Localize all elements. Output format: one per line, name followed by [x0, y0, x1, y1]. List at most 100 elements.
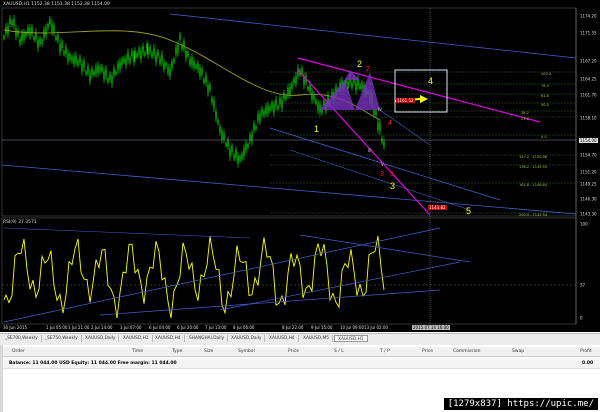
- price-candle-body: [227, 139, 229, 147]
- rsi-label: RSI(9) 37.3571: [3, 220, 37, 225]
- wave-label-yellow: 1: [314, 124, 320, 134]
- price-candle-body: [17, 30, 19, 36]
- price-candle-body: [235, 149, 237, 158]
- price-candle-body: [77, 60, 79, 66]
- price-candle-body: [355, 82, 357, 91]
- chart-tab[interactable]: XAUUSD,H4: [266, 335, 299, 342]
- price-candle-body: [279, 97, 281, 105]
- price-candle-body: [11, 20, 13, 26]
- price-candle-body: [261, 108, 263, 115]
- price-candle-body: [23, 32, 25, 40]
- balance-row[interactable]: Balance: 11 044.00 USD Equity: 11 044.00…: [0, 359, 600, 369]
- price-candle-body: [157, 51, 159, 56]
- col-type[interactable]: Type: [172, 349, 182, 354]
- price-candle-body: [375, 110, 377, 116]
- fib-label: 161.8 - 1146.64: [519, 183, 547, 187]
- watermark: [1279x837] https://upic.me/: [443, 398, 598, 410]
- price-candle-body: [219, 126, 221, 133]
- chart-canvas[interactable]: [0, 0, 600, 332]
- price-candle-body: [295, 75, 297, 84]
- price-tag-red: 1143.82: [428, 205, 447, 210]
- fib-label: 23.6: [521, 117, 529, 121]
- chart-tab[interactable]: XAUUSD,H4: [152, 335, 185, 342]
- fib-label: 50.0: [541, 103, 549, 107]
- time-tick: 2 Jul 14:00: [91, 325, 113, 330]
- chart-tab[interactable]: _SE700,Weekly: [2, 335, 42, 342]
- time-tick: 30 Jun 2015: [3, 325, 28, 330]
- fib-label: 0.0: [541, 135, 547, 139]
- col-price[interactable]: Price: [288, 349, 299, 354]
- chart-tab[interactable]: XAUUSD,H1: [120, 335, 153, 342]
- price-candle-body: [79, 56, 81, 63]
- col-tp[interactable]: T / P: [380, 349, 390, 354]
- price-candle-body: [129, 57, 131, 63]
- col-profit[interactable]: Profit: [580, 349, 592, 354]
- price-candle-body: [115, 71, 117, 75]
- chart-window[interactable]: XAUUSD,H1 1152.38 1153.38 1152.38 1154.0…: [0, 0, 600, 332]
- price-candle-body: [167, 66, 169, 74]
- wave-label-red: 2: [366, 66, 370, 73]
- price-candle-body: [142, 45, 144, 53]
- price-candle-body: [213, 100, 215, 109]
- rsi-trendline: [3, 227, 441, 323]
- chart-tab-active[interactable]: XAUUSD,H1: [334, 335, 368, 342]
- price-candle-body: [89, 73, 91, 82]
- balance-profit: 0.00: [582, 361, 594, 366]
- price-candle-body: [199, 67, 201, 76]
- col-size[interactable]: Size: [204, 349, 213, 354]
- price-candle-body: [117, 63, 119, 71]
- price-candle-body: [209, 84, 211, 90]
- price-candle-body: [101, 66, 103, 72]
- price-candle-body: [359, 84, 361, 89]
- chart-tab[interactable]: XAUUSD,Daily: [82, 335, 120, 342]
- terminal-header: Order Time Type Size Symbol Price S / L …: [0, 347, 600, 357]
- price-candle-body: [175, 47, 177, 55]
- price-tick: 1161.70: [580, 92, 597, 98]
- col-order[interactable]: Order: [12, 349, 25, 354]
- price-candle-body: [285, 95, 287, 100]
- price-candle-body: [134, 50, 136, 59]
- chart-tab[interactable]: XAUUSD,Daily: [228, 335, 266, 342]
- fib-label: 100.0: [541, 72, 552, 76]
- trendline-blue: [1, 164, 577, 215]
- roman-label: IV: [378, 107, 382, 112]
- col-swap[interactable]: Swap: [512, 349, 524, 354]
- price-candle-body: [277, 105, 279, 110]
- price-candle-body: [231, 146, 233, 152]
- chart-tab[interactable]: XAUUSD,M5: [300, 335, 334, 342]
- price-candle-body: [247, 143, 249, 148]
- fib-label: 127.2 - 1150.98: [519, 155, 547, 159]
- price-candle-body: [189, 58, 191, 65]
- price-candle-body: [173, 58, 175, 63]
- price-candle-body: [37, 40, 39, 49]
- chart-tab[interactable]: _SE750,Weekly: [42, 335, 82, 342]
- price-candle-body: [165, 63, 167, 67]
- col-time[interactable]: Time: [132, 349, 143, 354]
- price-candle-body: [171, 61, 173, 69]
- price-candle-body: [239, 156, 241, 162]
- col-price2[interactable]: Price: [422, 349, 433, 354]
- price-candle-body: [193, 60, 195, 68]
- price-candle-body: [161, 54, 163, 63]
- price-candle-body: [125, 57, 127, 66]
- col-sl[interactable]: S / L: [334, 349, 344, 354]
- price-candle-body: [191, 57, 193, 66]
- price-tag-red: 1161.52: [396, 98, 415, 103]
- rsi-tick: 37: [580, 282, 586, 288]
- price-candle-body: [65, 46, 67, 54]
- chart-tab[interactable]: SHANGHAI,Daily: [186, 335, 229, 342]
- price-candle-body: [25, 32, 27, 37]
- price-candle-body: [311, 91, 313, 100]
- trendline-blue: [289, 149, 471, 211]
- price-candle-body: [259, 113, 261, 122]
- time-tick: 8 Jul 22:00: [282, 325, 304, 330]
- fib-label: 38.2: [521, 111, 529, 115]
- col-commission[interactable]: Commission: [453, 349, 480, 354]
- price-candle-body: [291, 83, 293, 89]
- price-tick: 1158.10: [580, 115, 597, 121]
- price-candle-body: [163, 62, 165, 70]
- price-candle-body: [155, 54, 157, 63]
- col-symbol[interactable]: Symbol: [238, 349, 255, 354]
- price-candle-body: [91, 68, 93, 75]
- time-tick: 6 Jul 20:00: [177, 325, 199, 330]
